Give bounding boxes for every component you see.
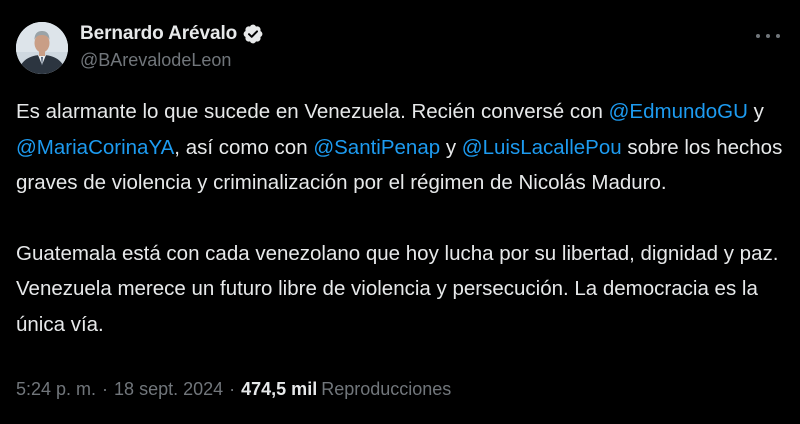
mention-link[interactable]: @EdmundoGU	[609, 100, 748, 123]
author-block: Bernardo Arévalo @BArevalodeLeon	[80, 22, 264, 71]
views-label: Reproducciones	[321, 378, 452, 399]
tweet-time[interactable]: 5:24 p. m.	[16, 379, 96, 400]
tweet-text-segment: y	[747, 100, 764, 123]
mention-link[interactable]: @SantiPenap	[313, 136, 440, 159]
tweet-meta: 5:24 p. m. · 18 sept. 2024 · 474,5 mil R…	[16, 376, 451, 402]
meta-separator: ·	[102, 378, 109, 399]
mention-link[interactable]: @LuisLacallePou	[462, 136, 622, 159]
avatar[interactable]	[16, 22, 68, 74]
tweet-date[interactable]: 18 sept. 2024	[114, 379, 223, 400]
tweet-text-segment: Guatemala está con cada venezolano que h…	[16, 241, 779, 336]
profile-photo-icon	[16, 22, 68, 74]
tweet: Bernardo Arévalo @BArevalodeLeon Es alar…	[0, 0, 800, 424]
tweet-text-segment: Es alarmante lo que sucede en Venezuela.…	[16, 100, 609, 123]
meta-separator: ·	[229, 378, 236, 399]
tweet-paragraph: Es alarmante lo que sucede en Venezuela.…	[16, 94, 786, 201]
mention-link[interactable]: @MariaCorinaYA	[16, 136, 174, 159]
tweet-text: Es alarmante lo que sucede en Venezuela.…	[16, 94, 786, 342]
tweet-paragraph: Guatemala está con cada venezolano que h…	[16, 236, 786, 343]
verified-badge-icon[interactable]	[242, 23, 264, 45]
author-name[interactable]: Bernardo Arévalo	[80, 23, 237, 45]
name-row: Bernardo Arévalo	[80, 22, 264, 46]
tweet-text-segment: y	[440, 135, 462, 159]
more-options-icon[interactable]	[756, 28, 780, 44]
author-handle[interactable]: @BArevalodeLeon	[80, 50, 264, 71]
views-count[interactable]: 474,5 mil	[241, 379, 317, 400]
tweet-text-segment: , así como con	[174, 135, 314, 159]
